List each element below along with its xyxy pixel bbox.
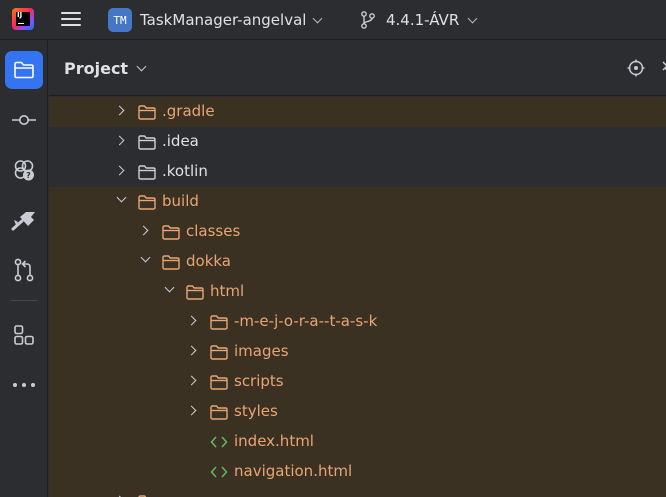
project-panel: Project .gradle .idea .kotlin build classes d… <box>49 40 666 497</box>
chevron-right-icon[interactable] <box>186 375 197 386</box>
tree-node-label: index.html <box>234 432 314 450</box>
tree-node-label: scripts <box>234 372 284 390</box>
folder-icon <box>14 61 34 79</box>
chevron-down-icon[interactable] <box>140 252 151 263</box>
tree-node-label: -m-e-j-o-r-a--t-a-s-k <box>234 312 378 330</box>
chevron-down-icon <box>136 61 147 72</box>
tree-node-label: .idea <box>162 132 199 150</box>
project-badge: TM <box>108 8 132 32</box>
tree-folder-row[interactable] <box>49 487 666 497</box>
project-selector[interactable]: TM TaskManager-angelval <box>108 7 323 33</box>
chevron-down-icon <box>312 13 323 23</box>
commit-icon <box>12 115 36 125</box>
folder-icon <box>210 345 228 360</box>
folder-icon <box>162 255 180 270</box>
pull-request-icon <box>14 258 34 282</box>
chevron-down-icon[interactable] <box>164 282 175 293</box>
tree-file-row[interactable]: navigation.html <box>49 457 666 487</box>
tree-node-label: .kotlin <box>162 162 208 180</box>
chevron-right-icon[interactable] <box>186 315 197 326</box>
git-branch-icon <box>361 11 375 29</box>
tree-folder-row[interactable]: scripts <box>49 367 666 397</box>
title-bar: TM TaskManager-angelval 4.4.1-ÁVR <box>0 0 666 40</box>
hammer-icon <box>11 212 35 231</box>
structure-tool-button[interactable] <box>5 316 43 354</box>
tool-window-strip: ? <box>0 40 48 497</box>
tree-folder-row[interactable]: styles <box>49 397 666 427</box>
branch-selector[interactable]: 4.4.1-ÁVR <box>360 7 478 33</box>
folder-icon <box>210 315 228 330</box>
tree-node-label: classes <box>186 222 241 240</box>
build-tool-button[interactable] <box>5 201 43 239</box>
tree-folder-row[interactable]: -m-e-j-o-r-a--t-a-s-k <box>49 307 666 337</box>
tree-node-label: images <box>234 342 289 360</box>
svg-text:?: ? <box>26 171 31 180</box>
branch-name: 4.4.1-ÁVR <box>386 11 460 29</box>
tree-folder-row[interactable]: .gradle <box>49 97 666 127</box>
folder-icon <box>186 285 204 300</box>
commit-tool-button[interactable] <box>5 101 43 139</box>
folder-icon <box>210 375 228 390</box>
expand-collapse-icon[interactable] <box>659 59 666 77</box>
tree-folder-row[interactable]: html <box>49 277 666 307</box>
tree-node-label: html <box>210 282 245 300</box>
tree-file-row[interactable]: index.html <box>49 427 666 457</box>
tree-folder-row[interactable]: classes <box>49 217 666 247</box>
folder-icon <box>138 195 156 210</box>
structure-icon <box>14 325 34 345</box>
chevron-right-icon[interactable] <box>114 135 125 146</box>
html-file-icon <box>210 466 228 478</box>
tree-folder-row[interactable]: .kotlin <box>49 157 666 187</box>
folder-icon <box>138 165 156 180</box>
chevron-down-icon[interactable] <box>116 192 127 203</box>
ai-assistant-icon: ? <box>14 160 34 181</box>
intellij-logo-icon[interactable] <box>12 8 34 30</box>
folder-icon <box>138 105 156 120</box>
more-icon <box>13 383 35 387</box>
tree-folder-row[interactable]: images <box>49 337 666 367</box>
project-name: TaskManager-angelval <box>140 11 307 29</box>
main-menu-icon[interactable] <box>61 10 81 28</box>
project-tree[interactable]: .gradle .idea .kotlin build classes dokka html… <box>49 97 666 497</box>
tree-node-label: dokka <box>186 252 231 270</box>
tree-folder-row[interactable]: build <box>49 187 666 217</box>
folder-icon <box>210 405 228 420</box>
project-tool-button[interactable] <box>5 51 43 89</box>
folder-icon <box>138 135 156 150</box>
chevron-right-icon[interactable] <box>186 345 197 356</box>
tree-node-label: styles <box>234 402 278 420</box>
tree-node-label: navigation.html <box>234 462 353 480</box>
chevron-down-icon <box>467 13 478 23</box>
chevron-right-icon[interactable] <box>114 165 125 176</box>
project-view-selector[interactable]: Project <box>64 59 147 78</box>
tree-folder-row[interactable]: dokka <box>49 247 666 277</box>
tool-separator <box>10 300 38 301</box>
pull-requests-tool-button[interactable] <box>5 251 43 289</box>
project-panel-header: Project <box>49 40 666 96</box>
ide-window: TM TaskManager-angelval 4.4.1-ÁVR <box>0 0 666 497</box>
tree-node-label: build <box>162 192 199 210</box>
locate-file-icon[interactable] <box>627 59 645 77</box>
chevron-right-icon[interactable] <box>186 405 197 416</box>
tree-node-label: .gradle <box>162 102 215 120</box>
ai-assistant-tool-button[interactable]: ? <box>5 151 43 189</box>
tree-folder-row[interactable]: .idea <box>49 127 666 157</box>
panel-title: Project <box>64 59 129 78</box>
chevron-right-icon[interactable] <box>114 105 125 116</box>
folder-icon <box>162 225 180 240</box>
html-file-icon <box>210 436 228 448</box>
chevron-right-icon[interactable] <box>138 225 149 236</box>
more-tools-button[interactable] <box>5 366 43 404</box>
